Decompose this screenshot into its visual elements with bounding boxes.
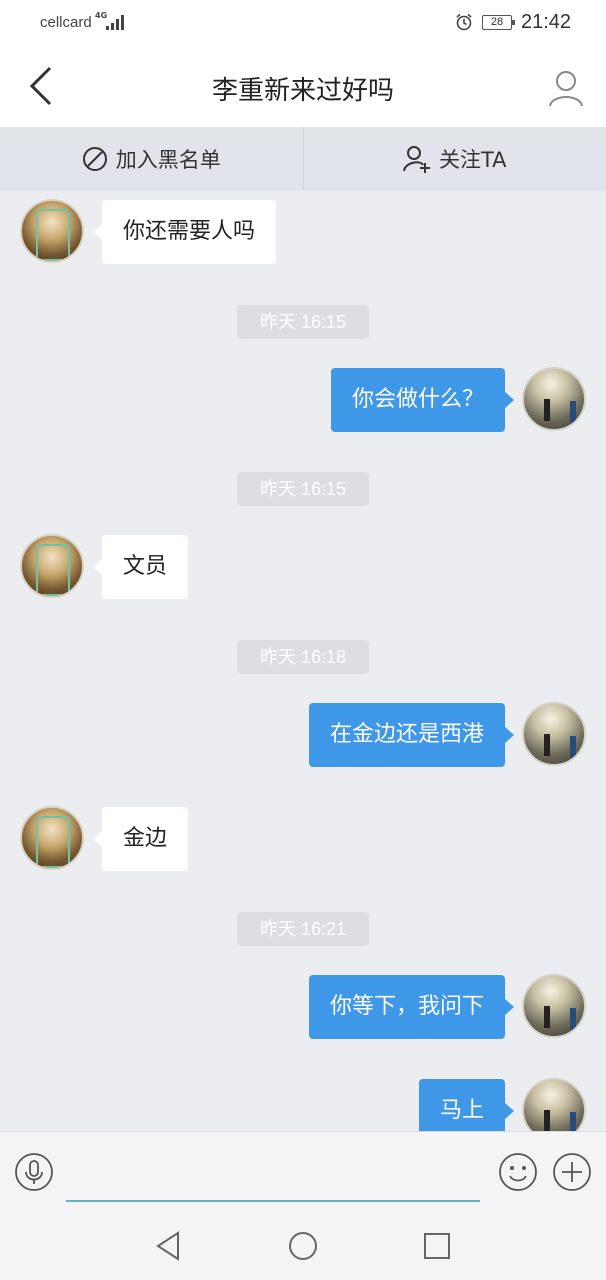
avatar[interactable]: [522, 1078, 586, 1131]
add-user-icon: [402, 146, 430, 173]
system-nav-bar: [0, 1213, 606, 1280]
message-bubble[interactable]: 在金边还是西港: [308, 703, 515, 767]
message-bubble[interactable]: 文员: [92, 535, 189, 599]
battery-icon: 28: [482, 15, 515, 30]
action-bar: 加入黑名单 关注TA: [0, 127, 606, 191]
timestamp: 昨天 16:15: [237, 305, 369, 339]
avatar[interactable]: [20, 806, 84, 870]
alarm-icon: [456, 13, 472, 31]
follow-label: 关注TA: [438, 148, 507, 172]
blacklist-button[interactable]: 加入黑名单: [0, 127, 303, 191]
timestamp: 昨天 16:21: [237, 912, 369, 946]
signal-icon: [104, 14, 124, 30]
emoji-icon[interactable]: [498, 1152, 538, 1192]
follow-button[interactable]: 关注TA: [302, 127, 606, 191]
chat-messages[interactable]: 你还需要人吗 昨天 16:15 你会做什么？ 昨天 16:15 文员 昨天 16…: [0, 191, 606, 1131]
microphone-icon[interactable]: [14, 1152, 54, 1192]
nav-back-icon[interactable]: [152, 1229, 186, 1263]
message-bubble[interactable]: 你等下，我问下: [308, 975, 515, 1039]
nav-recents-icon[interactable]: [420, 1229, 454, 1263]
message-input[interactable]: [66, 1146, 480, 1202]
message-bubble[interactable]: 金边: [92, 807, 189, 871]
timestamp: 昨天 16:18: [237, 640, 369, 674]
avatar[interactable]: [522, 702, 586, 766]
avatar[interactable]: [522, 974, 586, 1038]
avatar[interactable]: [522, 367, 586, 431]
plus-icon[interactable]: [552, 1152, 592, 1192]
message-bubble[interactable]: 马上: [418, 1079, 515, 1131]
message-bubble[interactable]: 你还需要人吗: [92, 200, 277, 264]
clock: 21:42: [521, 11, 572, 33]
user-icon[interactable]: [544, 66, 588, 110]
page-title: 李重新来过好吗: [211, 76, 394, 106]
status-bar: cellcard 4G 28 21:42: [0, 0, 606, 46]
avatar[interactable]: [20, 199, 84, 263]
nav-home-icon[interactable]: [286, 1229, 320, 1263]
blacklist-label: 加入黑名单: [115, 148, 221, 172]
carrier-label: cellcard: [40, 14, 92, 31]
avatar[interactable]: [20, 534, 84, 598]
timestamp: 昨天 16:15: [237, 472, 369, 506]
chat-header: 李重新来过好吗: [0, 46, 606, 127]
block-icon: [82, 147, 107, 171]
message-bubble[interactable]: 你会做什么？: [330, 368, 515, 432]
message-composer: [0, 1131, 606, 1213]
